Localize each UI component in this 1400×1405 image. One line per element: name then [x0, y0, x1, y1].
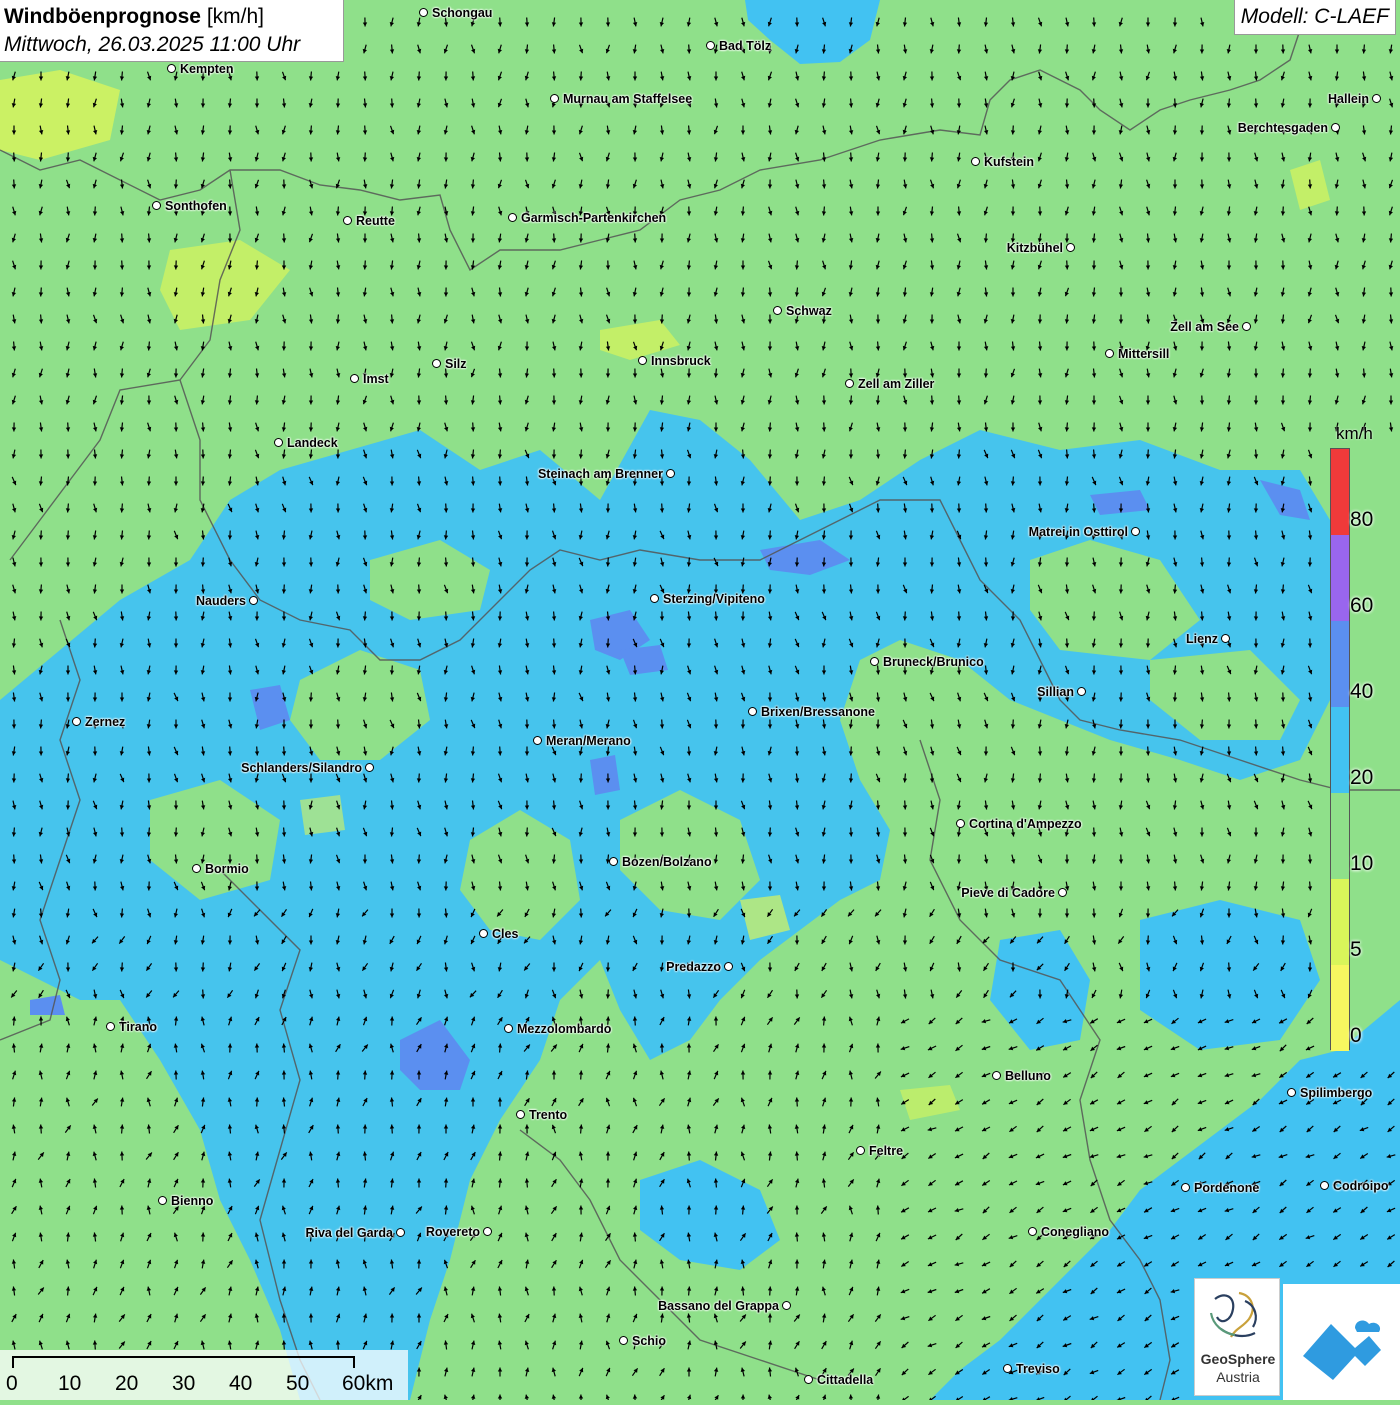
- strong-gust-patch: [590, 755, 620, 795]
- weak-gust-patch: [300, 795, 345, 835]
